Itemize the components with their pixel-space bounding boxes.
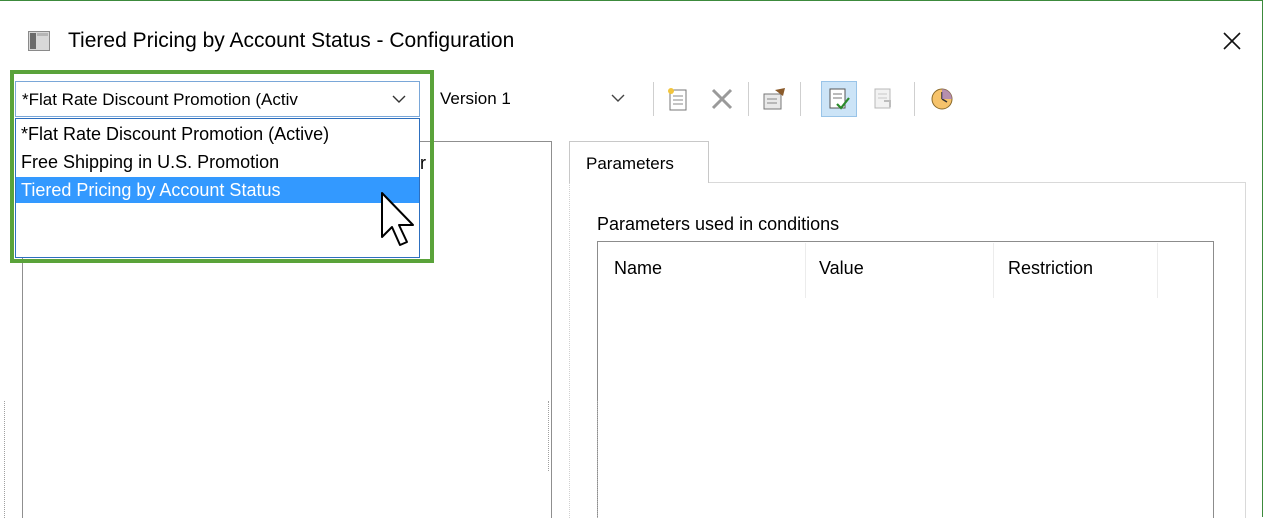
tab-parameters[interactable]: Parameters: [569, 141, 709, 183]
properties-icon: [763, 88, 785, 110]
dropdown-option[interactable]: *Flat Rate Discount Promotion (Active): [16, 121, 419, 147]
column-separator[interactable]: [993, 243, 994, 298]
version-value: Version 1: [440, 89, 511, 108]
toolbar-separator: [748, 82, 749, 116]
column-header-name[interactable]: Name: [614, 258, 662, 279]
schedule-button[interactable]: [924, 81, 960, 117]
delete-button[interactable]: [704, 81, 740, 117]
clock-icon: [931, 88, 953, 110]
toolbar-separator: [914, 82, 915, 116]
column-separator[interactable]: [805, 243, 806, 298]
dropdown-option-selected[interactable]: Tiered Pricing by Account Status: [16, 177, 419, 203]
mouse-pointer-icon: [380, 191, 420, 258]
new-button[interactable]: [660, 81, 696, 117]
new-document-icon: [668, 88, 687, 111]
version-select[interactable]: Version 1: [430, 81, 640, 117]
window-title: Tiered Pricing by Account Status - Confi…: [68, 29, 515, 52]
tab-label: Parameters: [586, 154, 674, 173]
chevron-down-icon: [610, 89, 626, 112]
column-header-restriction[interactable]: Restriction: [1008, 258, 1093, 279]
checked-document-icon: [829, 88, 850, 110]
config-window: Tiered Pricing by Account Status - Confi…: [0, 0, 1263, 518]
properties-button[interactable]: [756, 81, 792, 117]
parameters-list[interactable]: Name Value Restriction: [597, 241, 1214, 518]
delete-icon: [711, 88, 733, 110]
disabled-document-icon: [874, 88, 891, 109]
toolbar-separator: [653, 82, 654, 116]
divider: [4, 401, 5, 518]
divider: [597, 401, 598, 518]
close-icon: [1223, 32, 1241, 50]
promotion-dropdown-list: *Flat Rate Discount Promotion (Active) F…: [15, 118, 420, 258]
app-window-icon: [28, 31, 50, 51]
validate-button[interactable]: [821, 81, 857, 117]
toolbar-separator: [800, 82, 801, 116]
chevron-down-icon: [390, 89, 408, 114]
copy-button[interactable]: [866, 81, 902, 117]
dropdown-option[interactable]: Free Shipping in U.S. Promotion: [16, 149, 419, 175]
partial-label: r: [420, 153, 426, 173]
title-bar: Tiered Pricing by Account Status - Confi…: [0, 1, 1262, 81]
splitter[interactable]: [548, 401, 549, 471]
close-button[interactable]: [1210, 19, 1254, 63]
promotion-select-value: *Flat Rate Discount Promotion (Activ: [22, 90, 298, 109]
promotion-select[interactable]: *Flat Rate Discount Promotion (Activ: [15, 81, 420, 117]
parameters-group-label: Parameters used in conditions: [597, 214, 840, 234]
column-header-value[interactable]: Value: [819, 258, 864, 279]
column-separator[interactable]: [1157, 243, 1158, 298]
